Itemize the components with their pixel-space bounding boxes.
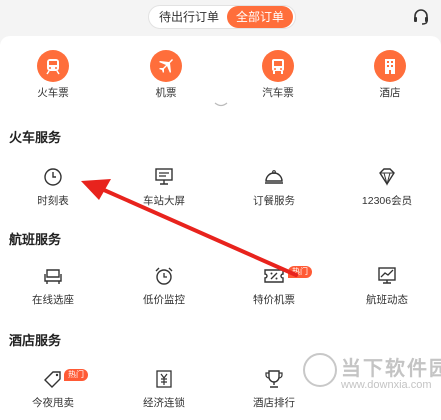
section-title-train: 火车服务 xyxy=(9,130,62,145)
headset-icon[interactable] xyxy=(412,8,430,26)
hot-badge: 热门 xyxy=(288,266,312,278)
clock-icon xyxy=(44,168,62,186)
service-economy-chain[interactable]: 经济连锁 xyxy=(119,369,209,410)
tag-icon xyxy=(44,371,61,388)
bus-icon xyxy=(262,50,294,82)
discount-ticket-icon xyxy=(264,269,284,283)
service-online-seat[interactable]: 在线选座 xyxy=(8,266,98,307)
service-label: 航班动态 xyxy=(366,294,408,306)
screen-icon xyxy=(155,168,173,185)
service-label: 低价监控 xyxy=(143,294,185,306)
watermark-url: www.downxia.com xyxy=(341,379,432,391)
trophy-icon xyxy=(265,370,283,388)
alarm-clock-icon xyxy=(155,267,173,285)
service-label: 时刻表 xyxy=(37,195,69,207)
service-label: 在线选座 xyxy=(32,294,74,306)
service-flight-status[interactable]: 航班动态 xyxy=(342,266,432,307)
category-hotel[interactable]: 酒店 xyxy=(365,50,415,100)
order-tabs: 待出行订单 全部订单 xyxy=(148,5,296,29)
tab-all-orders[interactable]: 全部订单 xyxy=(227,6,293,28)
watermark-title: 当下软件园 xyxy=(341,358,441,380)
tab-pending-orders[interactable]: 待出行订单 xyxy=(155,6,223,28)
hot-badge: 热门 xyxy=(64,369,88,381)
category-label: 机票 xyxy=(155,87,177,99)
dish-icon xyxy=(265,170,283,184)
service-label: 经济连锁 xyxy=(143,397,185,409)
service-price-monitor[interactable]: 低价监控 xyxy=(119,266,209,307)
chevron-down-icon[interactable] xyxy=(214,102,228,108)
service-12306-member[interactable]: 12306会员 xyxy=(342,167,432,208)
service-timetable[interactable]: 时刻表 xyxy=(8,167,98,208)
train-icon xyxy=(37,50,69,82)
plane-icon xyxy=(150,50,182,82)
category-train[interactable]: 火车票 xyxy=(28,50,78,100)
service-label: 订餐服务 xyxy=(253,195,295,207)
service-label: 12306会员 xyxy=(361,195,413,207)
section-title-hotel: 酒店服务 xyxy=(9,333,62,348)
category-bus[interactable]: 汽车票 xyxy=(253,50,303,100)
section-title-flight: 航班服务 xyxy=(9,232,62,247)
hotel-icon xyxy=(374,50,406,82)
watermark-logo-icon xyxy=(303,353,337,387)
service-label: 车站大屏 xyxy=(143,195,185,207)
chart-icon xyxy=(378,267,396,284)
category-label: 汽车票 xyxy=(262,87,294,99)
category-label: 火车票 xyxy=(37,87,69,99)
service-meal-order[interactable]: 订餐服务 xyxy=(229,167,319,208)
service-label: 特价机票 xyxy=(253,294,295,306)
diamond-icon xyxy=(379,168,395,186)
top-bar: 待出行订单 全部订单 xyxy=(0,0,441,36)
category-label: 酒店 xyxy=(379,87,401,99)
seat-icon xyxy=(44,269,62,284)
category-plane[interactable]: 机票 xyxy=(141,50,191,100)
yuan-icon xyxy=(156,370,172,388)
service-label: 今夜甩卖 xyxy=(32,397,74,409)
service-station-screen[interactable]: 车站大屏 xyxy=(119,167,209,208)
watermark: 当下软件园 www.downxia.com xyxy=(303,349,441,409)
